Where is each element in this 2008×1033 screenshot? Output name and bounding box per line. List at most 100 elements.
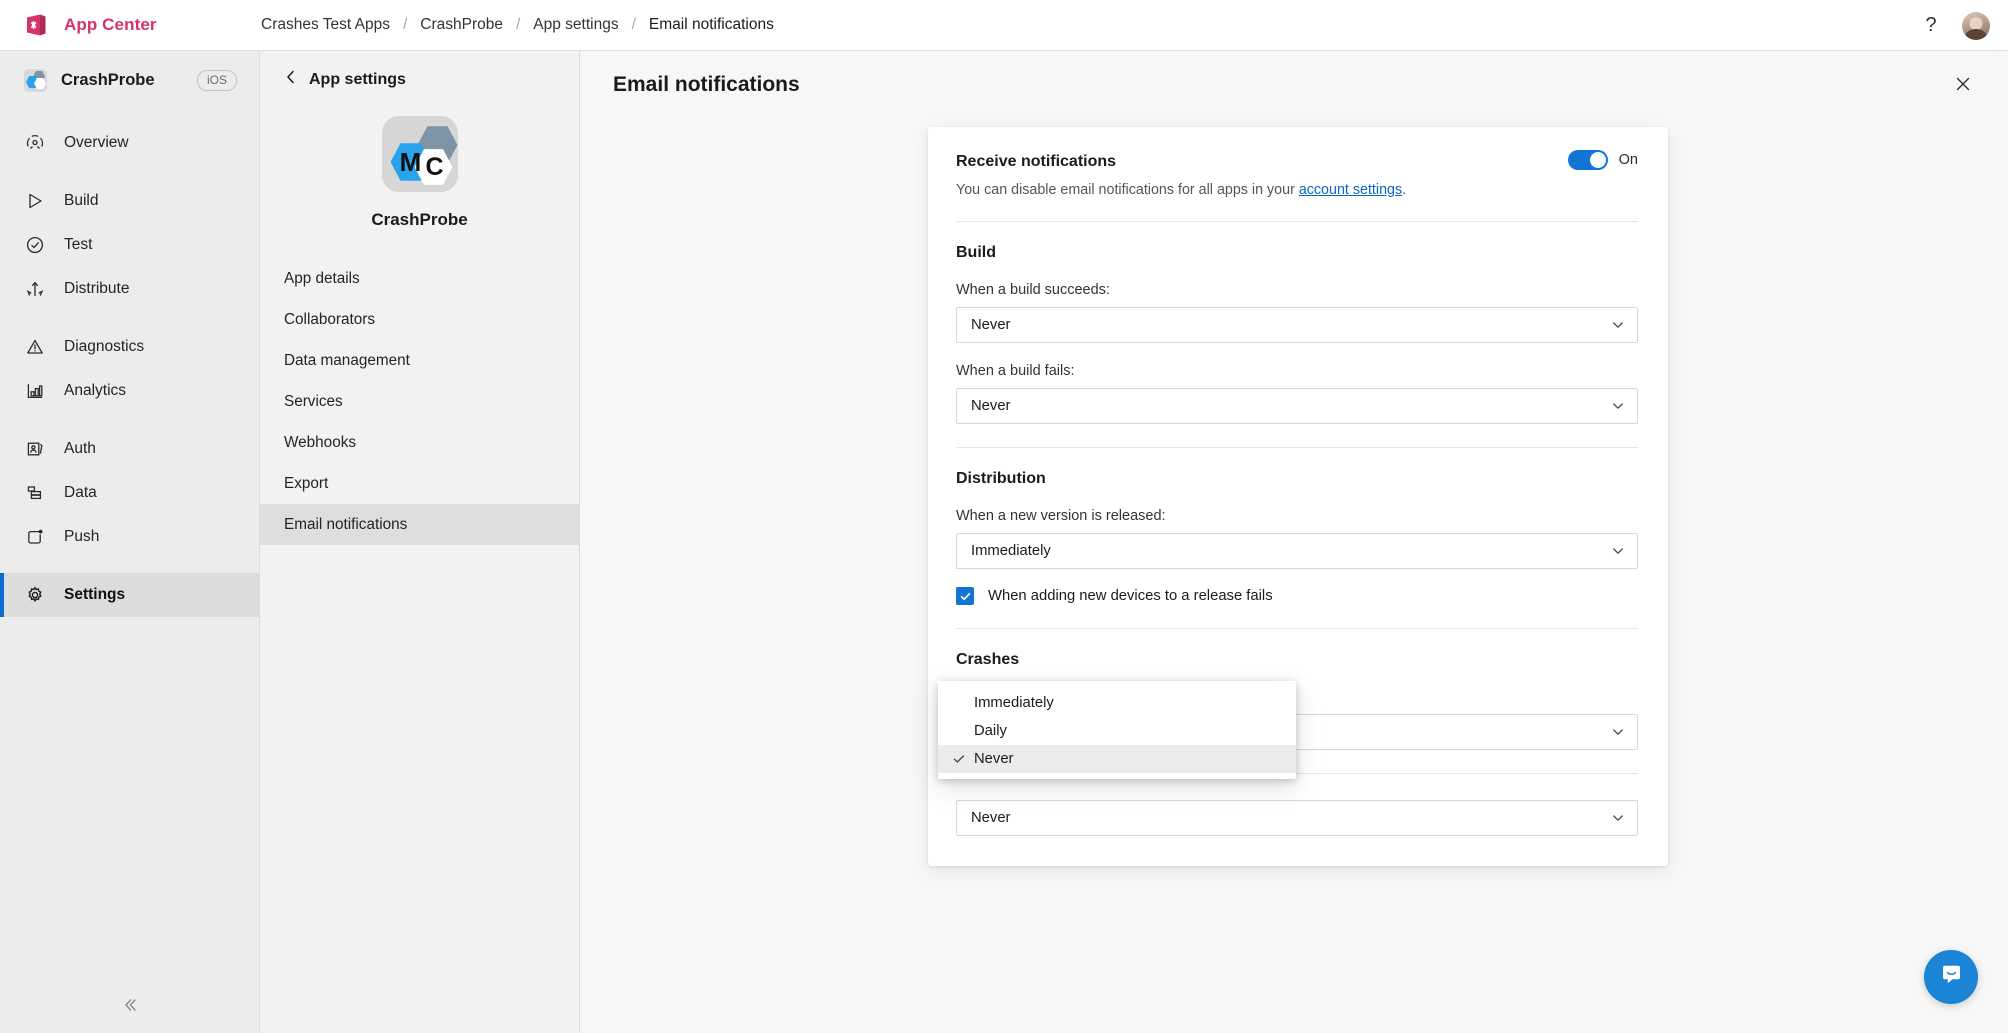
settings-item-export[interactable]: Export bbox=[260, 463, 579, 504]
sidebar-item-label: Build bbox=[64, 192, 98, 210]
sidebar-item-diagnostics[interactable]: Diagnostics bbox=[0, 325, 259, 369]
sidebar-item-label: Push bbox=[64, 528, 99, 546]
receive-notifications-toggle[interactable] bbox=[1568, 150, 1608, 170]
checkbox-row-add-devices-fails[interactable]: When adding new devices to a release fai… bbox=[956, 587, 1638, 605]
warning-triangle-icon bbox=[24, 336, 46, 358]
checkmark-icon bbox=[952, 752, 974, 766]
sidebar-divider bbox=[0, 413, 259, 427]
select-value: Immediately bbox=[971, 543, 1051, 559]
breadcrumb-separator-2: / bbox=[619, 16, 649, 34]
settings-item-collaborators[interactable]: Collaborators bbox=[260, 299, 579, 340]
description-text-before: You can disable email notifications for … bbox=[956, 182, 1299, 198]
toggle-state-label: On bbox=[1619, 152, 1638, 168]
chevron-down-icon bbox=[1611, 725, 1625, 739]
sidebar-item-analytics[interactable]: Analytics bbox=[0, 369, 259, 413]
sidebar-item-label: Test bbox=[64, 236, 92, 254]
field-label-build-succeeds: When a build succeeds: bbox=[956, 282, 1638, 298]
user-avatar[interactable] bbox=[1962, 12, 1990, 40]
settings-item-webhooks[interactable]: Webhooks bbox=[260, 422, 579, 463]
checkbox-label: When adding new devices to a release fai… bbox=[988, 588, 1273, 604]
sidebar-item-label: Distribute bbox=[64, 280, 129, 298]
breadcrumb-item-2[interactable]: App settings bbox=[533, 16, 618, 34]
breadcrumb-item-0[interactable]: Crashes Test Apps bbox=[261, 16, 390, 34]
app-name-title: CrashProbe bbox=[371, 210, 467, 230]
receive-notifications-toggle-group: On bbox=[1568, 150, 1638, 170]
sidebar-item-label: Auth bbox=[64, 440, 96, 458]
sidebar-divider bbox=[0, 165, 259, 179]
page-title: Email notifications bbox=[613, 73, 800, 97]
app-root: App Center Crashes Test Apps / CrashProb… bbox=[0, 0, 2008, 1033]
section-title-distribution: Distribution bbox=[956, 470, 1638, 488]
dropdown-option-immediately[interactable]: Immediately bbox=[938, 689, 1296, 717]
select-value: Never bbox=[971, 810, 1010, 826]
chevron-down-icon bbox=[1611, 318, 1625, 332]
dropdown-option-daily[interactable]: Daily bbox=[938, 717, 1296, 745]
select-value: Never bbox=[971, 317, 1010, 333]
section-divider bbox=[956, 628, 1638, 629]
field-label-build-fails: When a build fails: bbox=[956, 363, 1638, 379]
app-settings-back-label: App settings bbox=[309, 71, 406, 89]
breadcrumb: Crashes Test Apps / CrashProbe / App set… bbox=[261, 16, 774, 34]
sidebar-item-build[interactable]: Build bbox=[0, 179, 259, 223]
app-settings-panel: App settings M C CrashProbe App details … bbox=[260, 51, 580, 1033]
select-new-version-released[interactable]: Immediately bbox=[956, 533, 1638, 569]
select-occluded-below-dropdown[interactable]: Never bbox=[956, 800, 1638, 836]
select-build-succeeds[interactable]: Never bbox=[956, 307, 1638, 343]
sidebar-divider bbox=[0, 559, 259, 573]
sidebar-collapse-button[interactable] bbox=[0, 981, 260, 1033]
settings-item-app-details[interactable]: App details bbox=[260, 258, 579, 299]
section-title-build: Build bbox=[956, 244, 1638, 262]
close-panel-button[interactable] bbox=[1949, 72, 1977, 100]
app-icon-letter-m: M bbox=[397, 148, 425, 176]
sidebar-item-test[interactable]: Test bbox=[0, 223, 259, 267]
dropdown-option-never[interactable]: Never bbox=[938, 745, 1296, 773]
sidebar-item-label: Settings bbox=[64, 586, 125, 604]
crash-group-dropdown-menu: Immediately Daily Never bbox=[938, 681, 1296, 779]
checkbox-add-devices-fails[interactable] bbox=[956, 587, 974, 605]
app-identity: M C CrashProbe bbox=[260, 90, 579, 230]
sidebar-item-overview[interactable]: Overview bbox=[0, 121, 259, 165]
check-circle-icon bbox=[24, 234, 46, 256]
primary-sidebar: CrashProbe iOS Overview Build bbox=[0, 51, 260, 1033]
sidebar-item-label: Data bbox=[64, 484, 97, 502]
select-value: Never bbox=[971, 398, 1010, 414]
breadcrumb-item-3: Email notifications bbox=[649, 16, 774, 34]
person-card-icon bbox=[24, 438, 46, 460]
select-build-fails[interactable]: Never bbox=[956, 388, 1638, 424]
section-divider bbox=[956, 447, 1638, 448]
sidebar-app-name: CrashProbe bbox=[61, 71, 155, 90]
dropdown-option-label: Never bbox=[974, 751, 1013, 767]
settings-item-email-notifications[interactable]: Email notifications bbox=[260, 504, 579, 545]
settings-item-data-management[interactable]: Data management bbox=[260, 340, 579, 381]
section-title-crashes: Crashes bbox=[956, 651, 1638, 669]
app-settings-nav: App details Collaborators Data managemen… bbox=[260, 258, 579, 545]
sidebar-item-settings[interactable]: Settings bbox=[0, 573, 259, 617]
toggle-knob bbox=[1590, 152, 1606, 168]
chevron-down-icon bbox=[1611, 544, 1625, 558]
platform-badge: iOS bbox=[197, 70, 237, 91]
breadcrumb-item-1[interactable]: CrashProbe bbox=[420, 16, 503, 34]
dropdown-option-label: Immediately bbox=[974, 695, 1054, 711]
sidebar-item-distribute[interactable]: Distribute bbox=[0, 267, 259, 311]
brand-home-link[interactable]: App Center bbox=[0, 12, 260, 38]
top-bar: App Center Crashes Test Apps / CrashProb… bbox=[0, 0, 2008, 51]
sidebar-app-header[interactable]: CrashProbe iOS bbox=[0, 51, 259, 109]
sidebar-item-auth[interactable]: Auth bbox=[0, 427, 259, 471]
main-content: Email notifications Receive notification… bbox=[580, 51, 2008, 1033]
app-settings-back-link[interactable]: App settings bbox=[260, 51, 579, 90]
account-settings-link[interactable]: account settings bbox=[1299, 182, 1402, 198]
receive-notifications-text: Receive notifications bbox=[956, 153, 1116, 171]
field-label-new-version-released: When a new version is released: bbox=[956, 508, 1638, 524]
intercom-chat-button[interactable] bbox=[1924, 950, 1978, 1004]
double-chevron-left-icon bbox=[119, 994, 141, 1021]
distribute-arrows-icon bbox=[24, 278, 46, 300]
settings-item-services[interactable]: Services bbox=[260, 381, 579, 422]
sidebar-item-data[interactable]: Data bbox=[0, 471, 259, 515]
sidebar-nav: Overview Build Test bbox=[0, 109, 259, 617]
chevron-left-icon bbox=[284, 69, 298, 90]
sidebar-item-push[interactable]: Push bbox=[0, 515, 259, 559]
gauge-icon bbox=[24, 132, 46, 154]
section-divider bbox=[956, 221, 1638, 222]
question-mark-icon[interactable]: ? bbox=[1918, 13, 1944, 39]
breadcrumb-separator-0: / bbox=[390, 16, 420, 34]
